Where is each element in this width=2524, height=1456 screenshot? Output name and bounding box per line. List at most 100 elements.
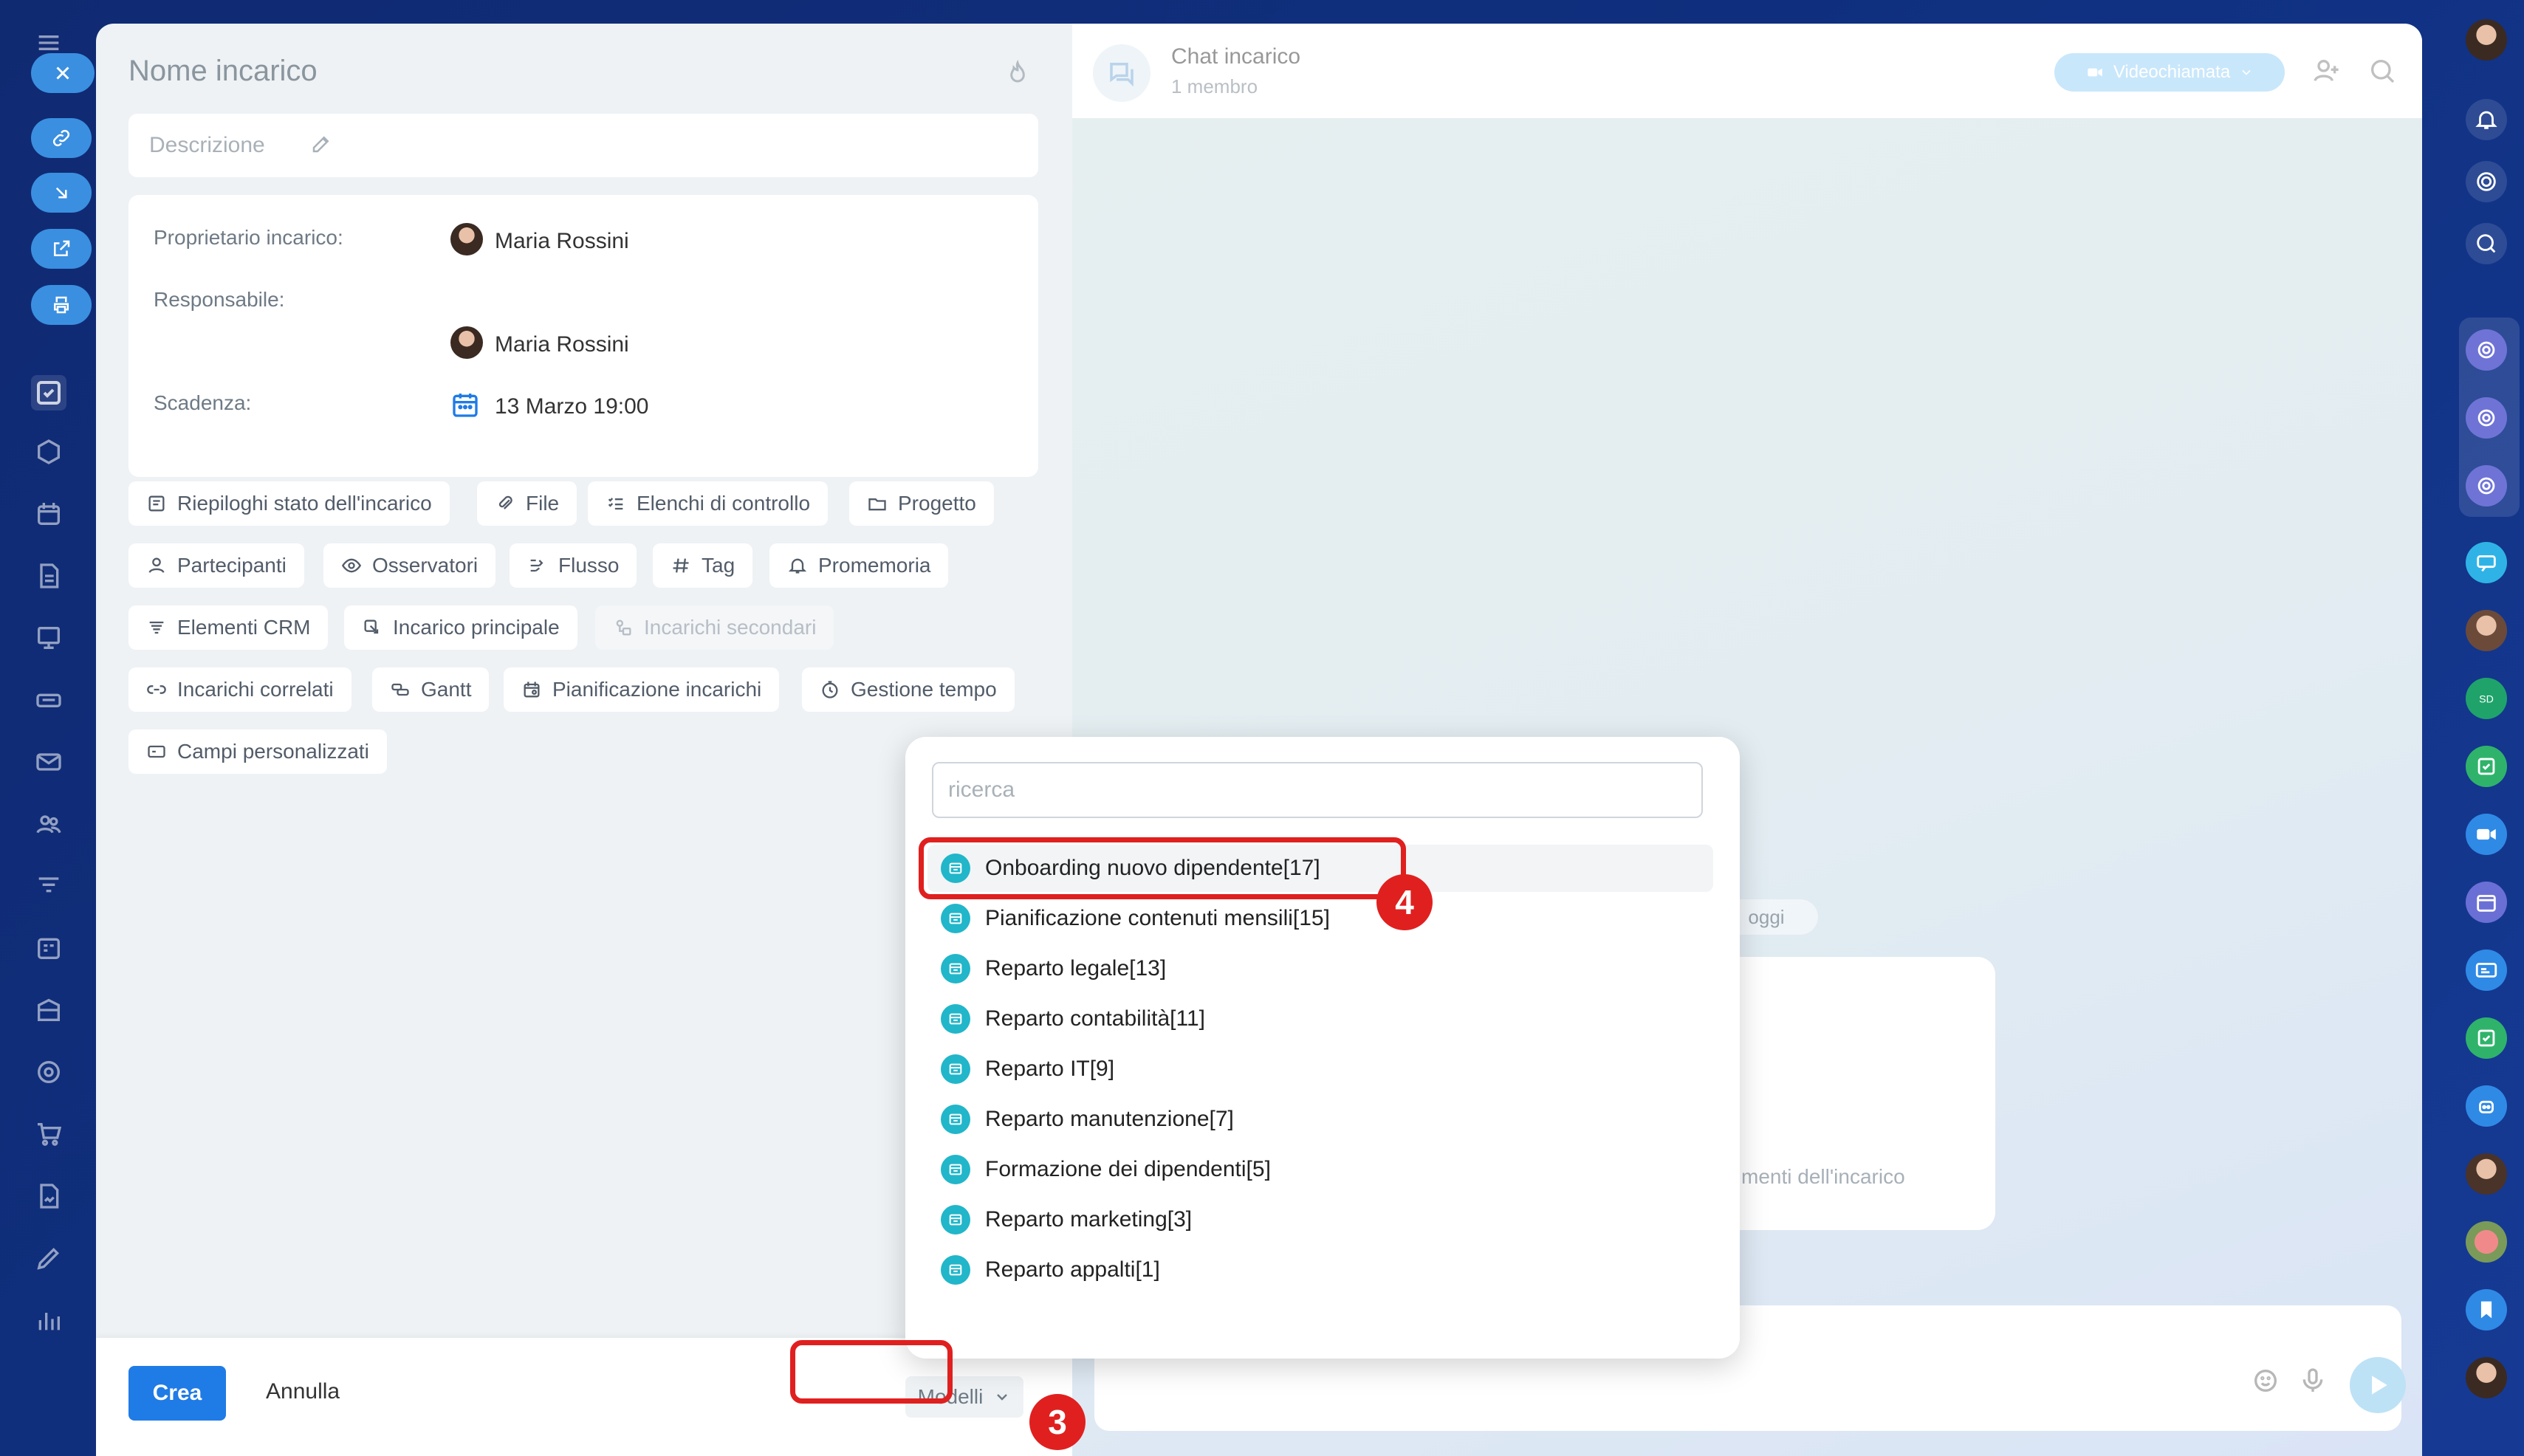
task-chat-icon[interactable] (2466, 746, 2507, 787)
chip-label: Partecipanti (177, 554, 287, 577)
templates-search-input[interactable] (932, 762, 1703, 818)
microphone-icon[interactable] (2298, 1366, 2328, 1395)
template-item[interactable]: Reparto legale[13] (927, 945, 1713, 992)
deadline-value[interactable]: 13 Marzo 19:00 (495, 394, 648, 419)
calendar-chat-icon[interactable] (2466, 882, 2507, 923)
sign-nav-icon[interactable] (34, 1181, 64, 1211)
video-chat-icon[interactable] (2466, 814, 2507, 855)
template-item[interactable]: Reparto marketing[3] (927, 1196, 1713, 1243)
copilot-chat-1-icon[interactable] (2466, 329, 2507, 371)
priority-flame-icon[interactable] (1003, 58, 1032, 90)
contact-avatar-1[interactable] (2466, 610, 2507, 651)
emoji-icon[interactable] (2251, 1366, 2280, 1395)
clock-icon (822, 681, 838, 698)
template-label: Reparto appalti[1] (985, 1257, 1160, 1282)
template-icon (941, 1205, 970, 1234)
assignee-name[interactable]: Maria Rossini (495, 332, 629, 357)
template-label: Reparto IT[9] (985, 1057, 1115, 1081)
chip-parent-task[interactable]: Incarico principale (344, 605, 577, 650)
calendar-nav-icon[interactable] (34, 499, 64, 529)
search-chat-icon[interactable] (2466, 223, 2507, 264)
add-user-icon[interactable] (2311, 56, 2341, 86)
template-item[interactable]: Reparto IT[9] (927, 1045, 1713, 1093)
board-nav-icon[interactable] (34, 623, 64, 653)
bot-chat-icon[interactable] (2466, 1085, 2507, 1127)
summary-icon (148, 495, 165, 512)
send-button[interactable] (2350, 1357, 2406, 1413)
assignee-label: Responsabile: (154, 288, 285, 311)
hexagon-nav-icon[interactable] (34, 437, 64, 467)
chip-label: Pianificazione incarichi (552, 678, 762, 701)
contact-avatar-4[interactable] (2466, 1357, 2507, 1398)
owner-name[interactable]: Maria Rossini (495, 229, 629, 254)
chip-project[interactable]: Progetto (849, 481, 994, 526)
chip-status-summary[interactable]: Riepiloghi stato dell'incarico (128, 481, 450, 526)
analytics-nav-icon[interactable] (34, 1305, 64, 1335)
chip-custom-fields[interactable]: Campi personalizzati (128, 729, 387, 774)
copilot-chat-2-icon[interactable] (2466, 397, 2507, 439)
chip-gantt[interactable]: Gantt (372, 667, 490, 712)
open-new-window-button[interactable] (31, 229, 92, 269)
chip-related-tasks[interactable]: Incarichi correlati (128, 667, 351, 712)
chip-time-tracking[interactable]: Gestione tempo (802, 667, 1015, 712)
chip-crm-elements[interactable]: Elementi CRM (128, 605, 329, 650)
calendar-plan-icon (524, 681, 540, 698)
highlight-template-ring (919, 837, 1406, 899)
drive-nav-icon[interactable] (34, 685, 64, 715)
eye-icon (341, 558, 362, 573)
template-item[interactable]: Reparto contabilità[11] (927, 995, 1713, 1043)
video-call-button[interactable]: Videochiamata (2054, 53, 2285, 92)
checklist-chat-icon[interactable] (2466, 1017, 2507, 1059)
cart-nav-icon[interactable] (34, 1119, 64, 1149)
chip-subtasks[interactable]: Incarichi secondari (595, 605, 834, 650)
template-item[interactable]: Pianificazione contenuti mensili[15] (927, 895, 1713, 942)
chip-participants[interactable]: Partecipanti (128, 543, 304, 588)
mail-nav-icon[interactable] (34, 747, 64, 777)
chip-label: Incarico principale (393, 616, 560, 639)
contacts-nav-icon[interactable] (34, 809, 64, 839)
card-chat-icon[interactable] (2466, 950, 2507, 991)
link-icon (147, 685, 166, 694)
template-icon (941, 904, 970, 933)
print-button[interactable] (31, 285, 92, 325)
pen-nav-icon[interactable] (34, 1243, 64, 1273)
chip-label: Flusso (558, 554, 620, 577)
sd-chat-icon[interactable]: SD (2466, 678, 2507, 719)
tasks-nav-icon[interactable] (31, 375, 66, 411)
general-chat-icon[interactable] (2466, 542, 2507, 583)
chip-file[interactable]: File (477, 481, 577, 526)
template-item[interactable]: Reparto appalti[1] (927, 1246, 1713, 1294)
chip-checklists[interactable]: Elenchi di controllo (588, 481, 829, 526)
planner-nav-icon[interactable] (34, 933, 64, 963)
filter-nav-icon[interactable] (34, 871, 64, 901)
chip-reminder[interactable]: Promemoria (769, 543, 949, 588)
description-field[interactable]: Descrizione (128, 114, 1038, 177)
copy-link-button[interactable] (31, 118, 92, 158)
minimize-button[interactable] (31, 173, 92, 213)
close-panel-button[interactable] (31, 53, 95, 93)
search-icon[interactable] (2367, 56, 2397, 86)
chip-label: Elementi CRM (177, 616, 311, 639)
task-title-input[interactable]: Nome incarico (128, 55, 318, 88)
template-item[interactable]: Formazione dei dipendenti[5] (927, 1146, 1713, 1193)
chip-flow[interactable]: Flusso (510, 543, 637, 588)
cancel-button[interactable]: Annulla (266, 1379, 340, 1404)
create-button[interactable]: Crea (128, 1366, 226, 1421)
contact-avatar-2[interactable] (2466, 1153, 2507, 1195)
chip-task-planning[interactable]: Pianificazione incarichi (504, 667, 780, 712)
archive-nav-icon[interactable] (34, 995, 64, 1025)
template-icon (941, 1255, 970, 1285)
chip-tag[interactable]: Tag (653, 543, 753, 588)
contact-avatar-3[interactable] (2466, 1221, 2507, 1263)
chip-observers[interactable]: Osservatori (323, 543, 496, 588)
copilot-chat-3-icon[interactable] (2466, 465, 2507, 506)
template-item[interactable]: Reparto manutenzione[7] (927, 1096, 1713, 1143)
target-nav-icon[interactable] (34, 1057, 64, 1087)
document-nav-icon[interactable] (34, 561, 64, 591)
spiral-icon[interactable] (2466, 161, 2507, 202)
parent-task-icon (364, 619, 379, 634)
user-avatar[interactable] (2466, 19, 2507, 61)
chat-members[interactable]: 1 membro (1171, 75, 1258, 98)
bookmark-chat-icon[interactable] (2466, 1289, 2507, 1330)
notifications-icon[interactable] (2466, 99, 2507, 140)
